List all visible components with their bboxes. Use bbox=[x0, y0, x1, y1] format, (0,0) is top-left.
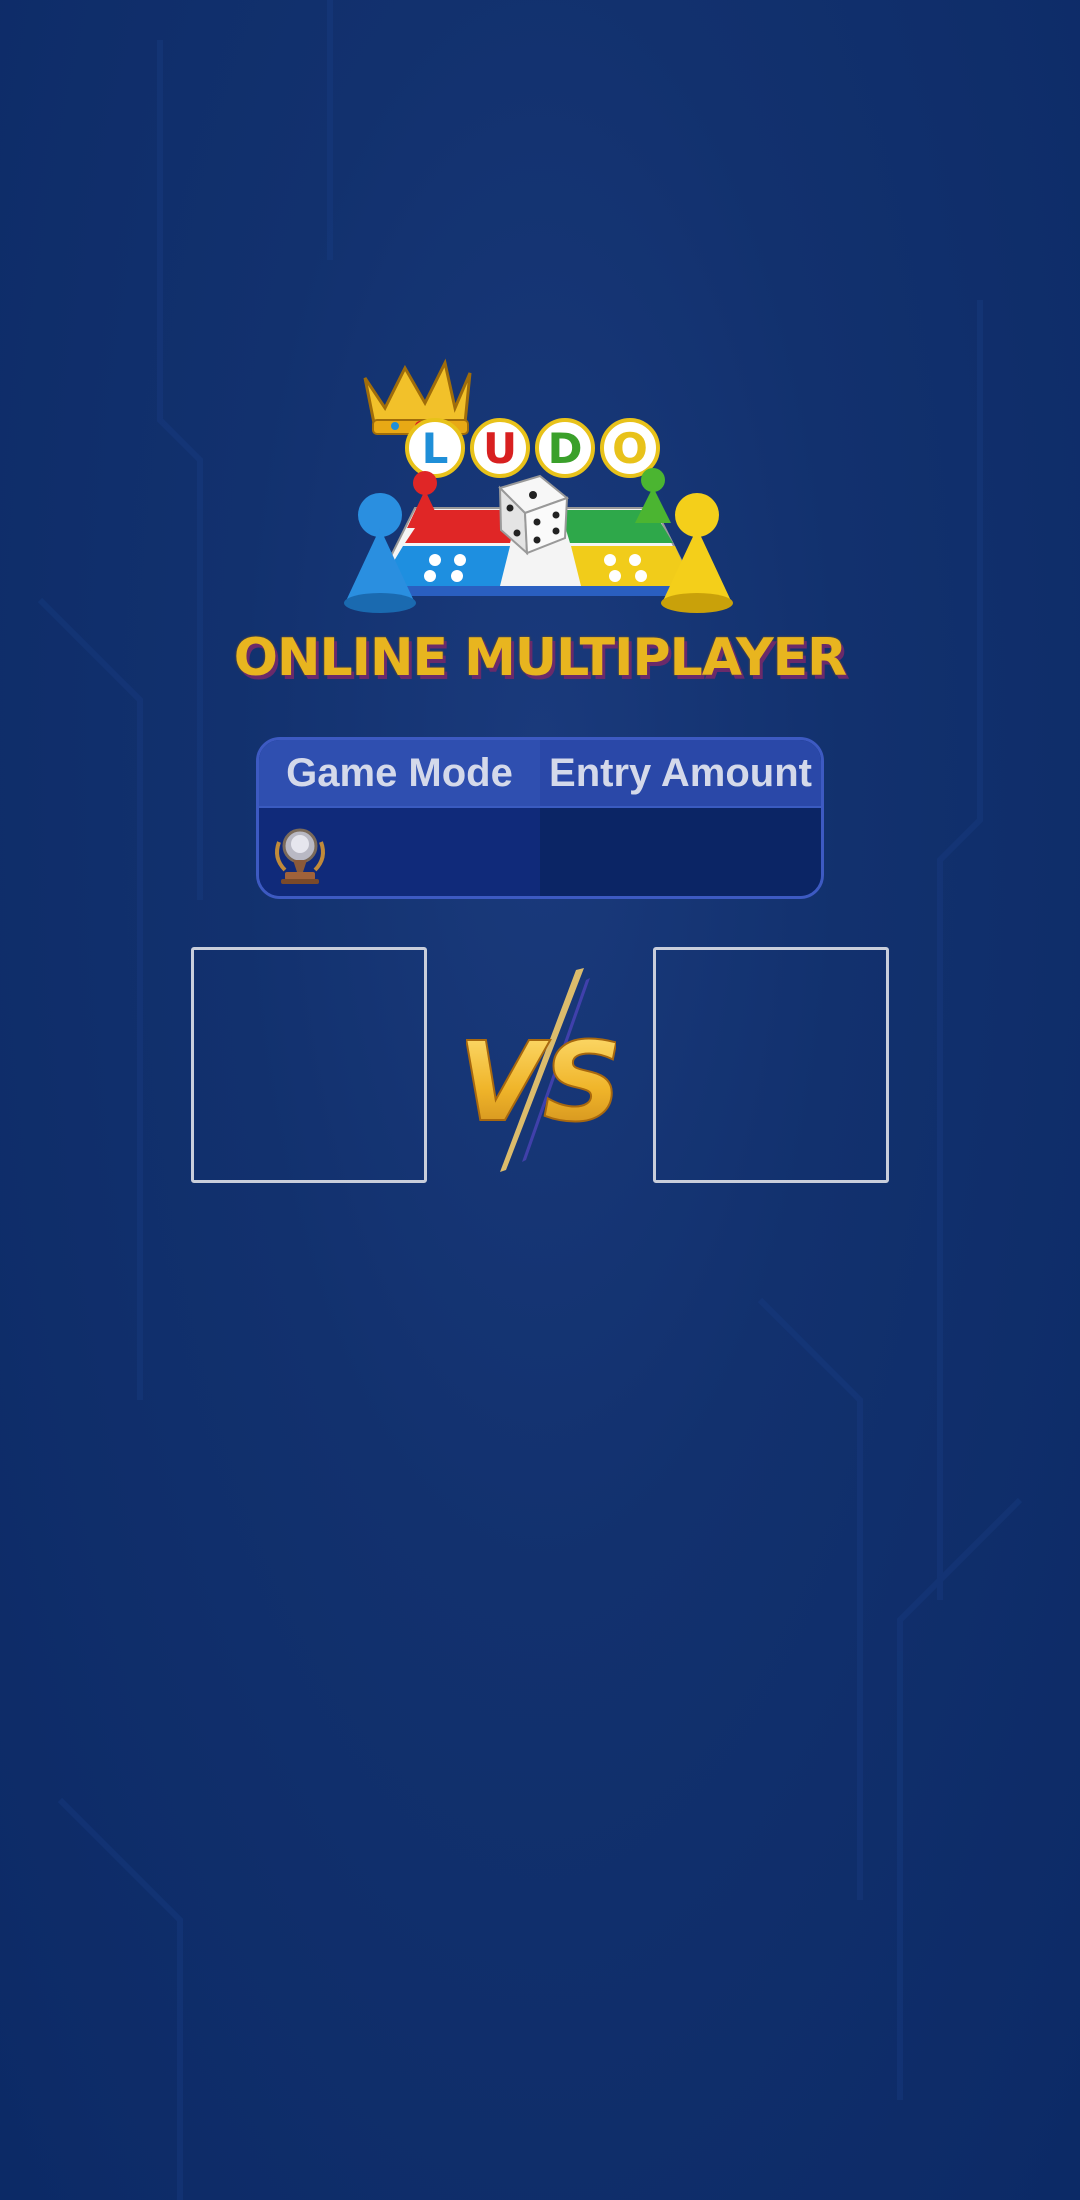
svg-text:O: O bbox=[612, 424, 648, 473]
game-mode-header: Game Mode bbox=[259, 740, 540, 806]
table-header: Game Mode Entry Amount bbox=[259, 740, 821, 808]
table-row bbox=[259, 808, 821, 896]
crown-icon bbox=[363, 358, 472, 435]
green-pawn-icon bbox=[635, 468, 671, 523]
game-mode-table: Game Mode Entry Amount bbox=[256, 737, 824, 899]
svg-text:D: D bbox=[548, 424, 583, 473]
vs-label: VS bbox=[466, 1018, 616, 1146]
game-mode-cell bbox=[259, 808, 540, 896]
player-two-slot bbox=[653, 947, 889, 1183]
entry-amount-cell bbox=[540, 808, 821, 896]
vs-emblem: VS bbox=[466, 968, 616, 1172]
entry-amount-header: Entry Amount bbox=[549, 750, 812, 795]
svg-text:L: L bbox=[422, 424, 449, 473]
trophy-icon bbox=[275, 828, 325, 884]
page-title: ONLINE MULTIPLAYER bbox=[233, 628, 847, 688]
player-one-slot bbox=[191, 947, 427, 1183]
svg-text:U: U bbox=[483, 424, 517, 473]
ludo-logo: L U D O bbox=[344, 358, 733, 613]
red-pawn-icon bbox=[407, 471, 443, 528]
